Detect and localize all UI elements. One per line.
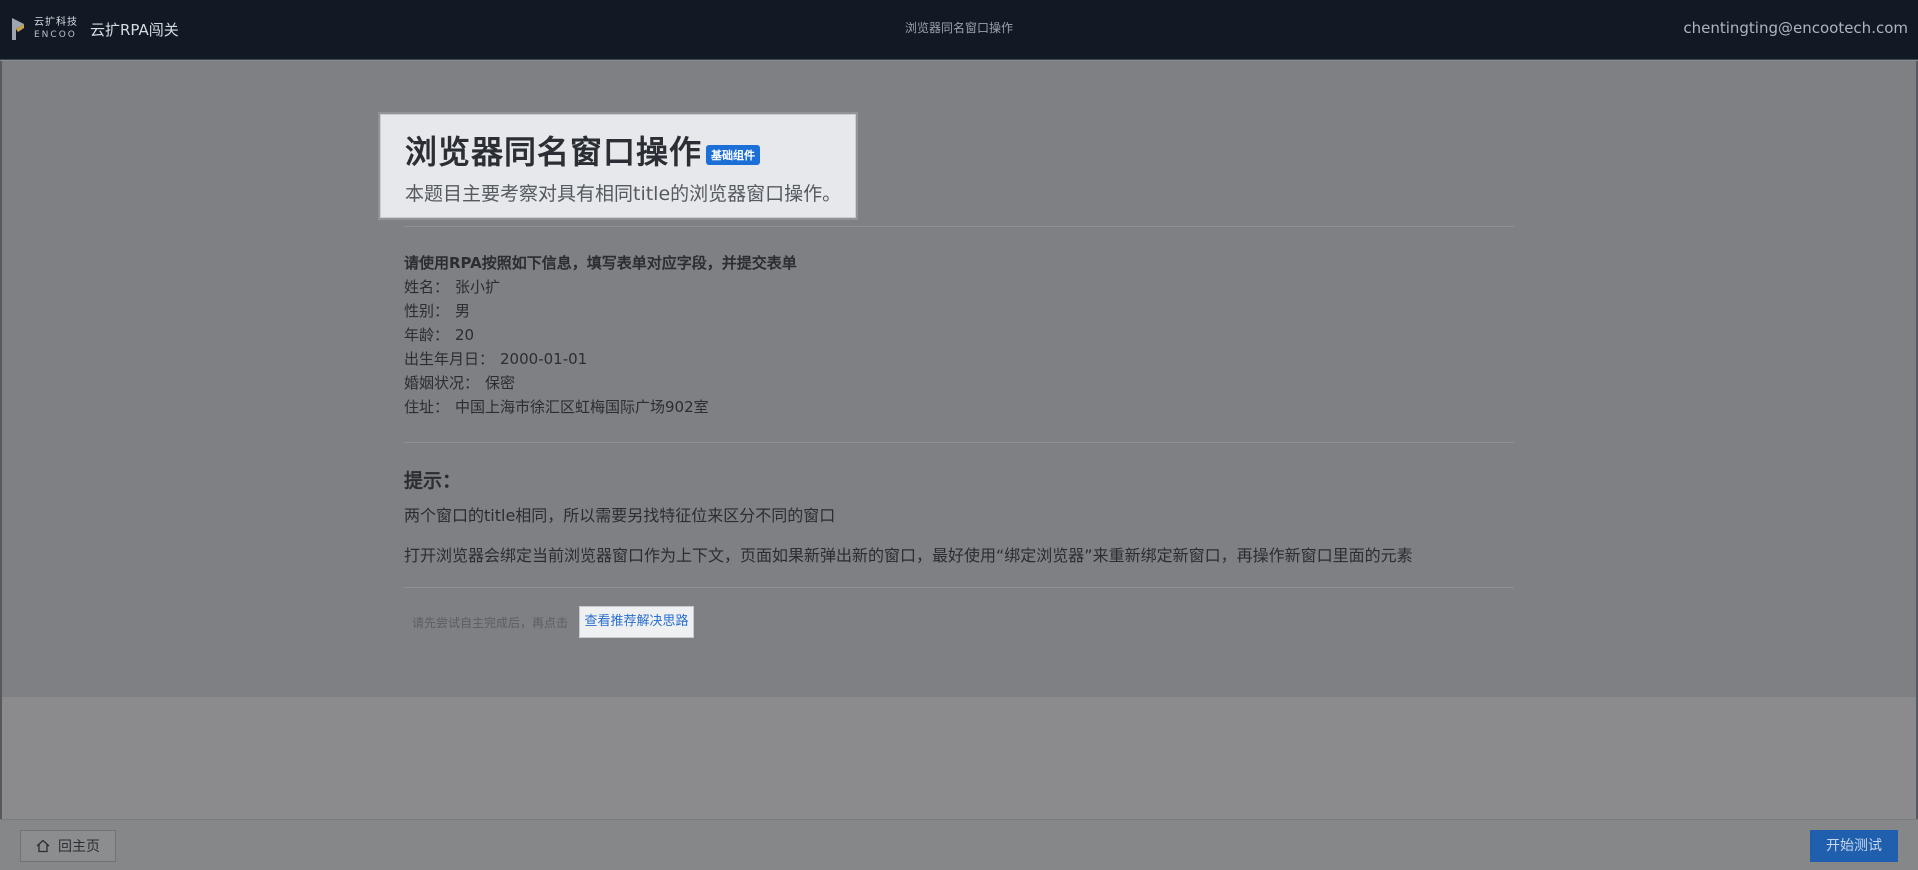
info-label: 出生年月日： bbox=[404, 350, 495, 368]
info-label: 年龄： bbox=[404, 326, 450, 344]
home-label: 回主页 bbox=[58, 839, 100, 855]
home-icon bbox=[36, 839, 50, 853]
view-solution-link[interactable]: 查看推荐解决思路 bbox=[579, 606, 694, 638]
info-value: 20 bbox=[455, 326, 475, 344]
divider bbox=[404, 442, 1514, 443]
info-row-birthdate: 出生年月日： 2000-01-01 bbox=[404, 347, 797, 371]
page-title: 浏览器同名窗口操作 bbox=[904, 21, 1013, 35]
hint-text: 请先尝试自主完成后，再点击 bbox=[412, 616, 569, 630]
challenge-title: 浏览器同名窗口操作 bbox=[405, 133, 703, 171]
category-badge: 基础组件 bbox=[706, 145, 761, 165]
bottom-bar: 回主页 开始测试 bbox=[0, 819, 1918, 870]
info-label: 婚姻状况： bbox=[404, 374, 480, 392]
info-value: 中国上海市徐汇区虹梅国际广场902室 bbox=[455, 398, 709, 416]
info-row-marital: 婚姻状况： 保密 bbox=[404, 371, 797, 395]
challenge-subtitle: 本题目主要考察对具有相同title的浏览器窗口操作。 bbox=[405, 183, 842, 205]
info-label: 性别： bbox=[404, 302, 450, 320]
info-value: 2000-01-01 bbox=[500, 350, 588, 368]
lower-area bbox=[2, 697, 1916, 819]
tip-item: 打开浏览器会绑定当前浏览器窗口作为上下文，页面如果新弹出新的窗口，最好使用“绑定… bbox=[404, 546, 1413, 565]
info-row-address: 住址： 中国上海市徐汇区虹梅国际广场902室 bbox=[404, 395, 797, 419]
tip-item: 两个窗口的title相同，所以需要另找特征位来区分不同的窗口 bbox=[404, 506, 836, 525]
user-email[interactable]: chentingting@encootech.com bbox=[1683, 19, 1908, 37]
content-area bbox=[2, 61, 1916, 697]
form-instruction: 请使用RPA按照如下信息，填写表单对应字段，并提交表单 bbox=[404, 254, 797, 272]
challenge-header: 浏览器同名窗口操作 基础组件 本题目主要考察对具有相同title的浏览器窗口操作。 bbox=[380, 114, 856, 218]
info-value: 男 bbox=[455, 302, 471, 320]
divider bbox=[404, 226, 1514, 227]
info-row-age: 年龄： 20 bbox=[404, 323, 797, 347]
start-test-button[interactable]: 开始测试 bbox=[1810, 830, 1898, 862]
tips-title: 提示： bbox=[404, 470, 462, 492]
info-label: 住址： bbox=[404, 398, 450, 416]
info-row-gender: 性别： 男 bbox=[404, 299, 797, 323]
info-value: 张小扩 bbox=[455, 278, 501, 296]
form-info: 请使用RPA按照如下信息，填写表单对应字段，并提交表单 姓名： 张小扩 性别：男 … bbox=[404, 251, 797, 419]
home-button[interactable]: 回主页 bbox=[20, 830, 116, 862]
info-row-name: 姓名： 张小扩 bbox=[404, 275, 797, 299]
info-label: 姓名： bbox=[404, 278, 450, 296]
info-value: 保密 bbox=[485, 374, 516, 392]
divider bbox=[404, 587, 1514, 588]
top-header: 云扩科技 ENCOO 云扩RPA闯关 浏览器同名窗口操作 chentingtin… bbox=[0, 0, 1918, 60]
